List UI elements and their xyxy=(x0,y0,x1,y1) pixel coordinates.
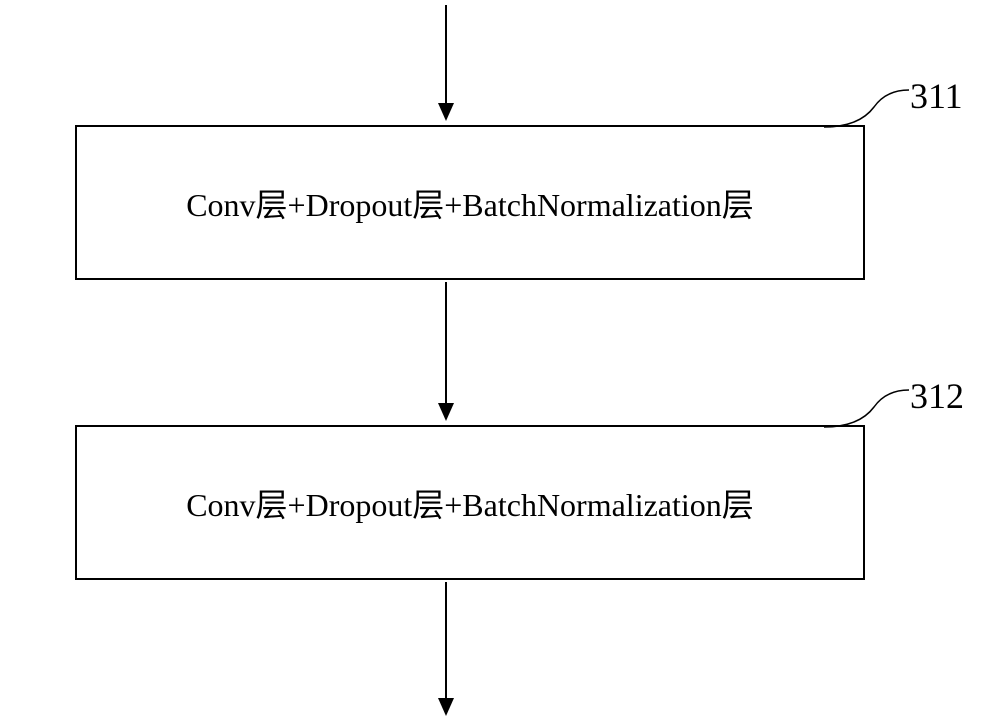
leader-line-311 xyxy=(824,85,909,130)
ref-label-311: 311 xyxy=(910,75,963,117)
leader-line-312 xyxy=(824,385,909,430)
nn-layer-diagram: Conv层+Dropout层+BatchNormalization层 311 C… xyxy=(0,0,1000,727)
arrow-out-head xyxy=(438,698,454,716)
arrow-mid-head xyxy=(438,403,454,421)
ref-label-312: 312 xyxy=(910,375,964,417)
layer-block-312-label: Conv层+Dropout层+BatchNormalization层 xyxy=(186,480,754,526)
arrow-in-stem xyxy=(445,5,447,105)
arrow-in-head xyxy=(438,103,454,121)
arrow-mid-stem xyxy=(445,282,447,405)
layer-block-311-label: Conv层+Dropout层+BatchNormalization层 xyxy=(186,180,754,226)
layer-block-312: Conv层+Dropout层+BatchNormalization层 xyxy=(75,425,865,580)
layer-block-311: Conv层+Dropout层+BatchNormalization层 xyxy=(75,125,865,280)
arrow-out-stem xyxy=(445,582,447,700)
